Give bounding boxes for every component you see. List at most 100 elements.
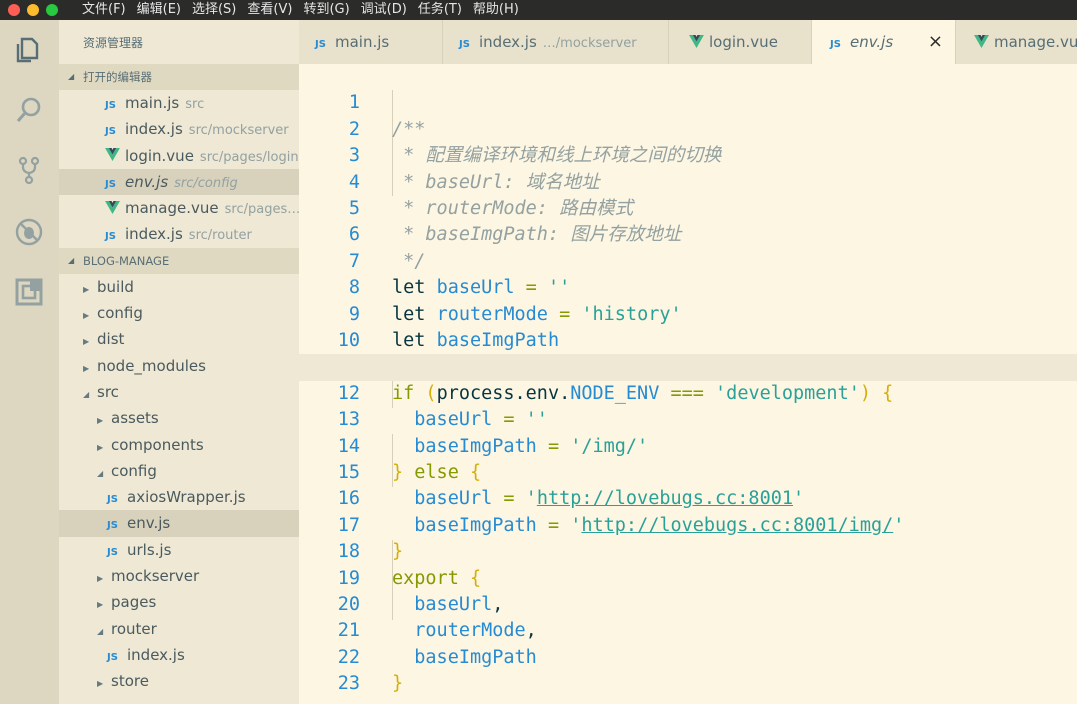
tree-folder[interactable]: ▶ node_modules [59,353,299,379]
file-name: env.js [125,172,169,191]
code-line: 5 * baseImgPath: 图片存放地址 [299,170,1077,245]
file-name: main.js [125,94,180,112]
vue-file-icon [689,21,709,65]
menu-selection[interactable]: 选择(S) [192,0,236,20]
file-name: manage.vue [125,199,219,218]
code-line: 20 routerMode, [299,566,1077,641]
tree-folder[interactable]: ▶ store [59,668,299,694]
activity-bar [0,20,59,704]
menu-edit[interactable]: 编辑(E) [137,0,181,20]
menu-go[interactable]: 转到(G) [303,0,349,20]
code-line: 13 baseImgPath = '/img/' [299,381,1077,456]
tree-folder[interactable]: ▶ mockserver [59,563,299,589]
menu-view[interactable]: 查看(V) [247,0,292,20]
brace: } [392,673,404,695]
chevron-right-icon: ▶ [97,442,104,452]
folder-name: router [111,619,157,638]
file-path: src/config [174,175,238,191]
tree-folder[interactable]: ◢ config [59,458,299,484]
window-controls [0,4,82,16]
open-editor-item[interactable]: JS index.js src/router [59,221,299,247]
chevron-down-icon: ◢ [97,626,104,636]
file-name: login.vue [125,146,194,165]
js-file-icon: JS [107,546,118,558]
tree-folder[interactable]: ▶ dist [59,326,299,352]
tab-label: main.js [335,33,390,51]
explorer-icon[interactable] [13,34,45,66]
folder-name: store [111,672,149,691]
code-line: 3 * baseUrl: 域名地址 [299,117,1077,192]
close-icon[interactable]: × [928,20,943,64]
folder-name: config [97,304,143,323]
line-number: 23 [337,673,360,695]
project-header[interactable]: ◢ BLOG-MANAGE [59,247,299,274]
tree-folder[interactable]: ▶ assets [59,405,299,431]
sidebar-title: 资源管理器 [83,36,144,50]
tree-folder[interactable]: ▶ build [59,274,299,300]
menu-bar: 文件(F) 编辑(E) 选择(S) 查看(V) 转到(G) 调试(D) 任务(T… [0,0,1077,20]
open-editor-item[interactable]: JS index.js src/mockserver [59,116,299,142]
vue-file-icon [105,143,125,169]
chevron-down-icon: ◢ [83,389,90,399]
menu-debug[interactable]: 调试(D) [361,0,407,20]
open-editor-item-active[interactable]: JS env.js src/config [59,168,299,196]
tree-folder[interactable]: ▶ components [59,432,299,458]
source-control-icon[interactable] [13,154,45,186]
file-name: index.js [125,120,183,139]
extensions-icon[interactable] [13,276,45,308]
open-editors-header[interactable]: ◢ 打开的编辑器 [59,64,299,90]
search-icon[interactable] [13,94,45,126]
file-path: src/mockserver [188,123,289,139]
folder-name: pages [111,593,157,612]
folder-name: node_modules [97,356,206,375]
open-editor-item[interactable]: JS main.js src [59,90,299,116]
chevron-right-icon: ▶ [83,311,90,321]
open-editor-item[interactable]: manage.vue src/pages… [59,195,299,221]
js-file-icon: JS [107,520,118,532]
js-file-icon: JS [105,100,116,111]
menu-tasks[interactable]: 任务(T) [418,0,462,20]
code-line: 21 baseImgPath [299,592,1077,667]
tab-index-js[interactable]: JS index.js …/mockserver [443,20,669,64]
code-line: 4 * routerMode: 路由模式 [299,143,1077,219]
minimize-window-button[interactable] [27,4,39,16]
tab-env-js[interactable]: JS env.js × [812,20,956,64]
code-line: 7 let baseUrl = '' [299,222,1077,298]
code-editor[interactable]: 1 /** 2 * 配置编译环境和线上环境之间的切换 3 * baseUrl: … [299,64,1077,704]
code-line: 16 baseImgPath = 'http://lovebugs.cc:800… [299,460,1077,535]
chevron-right-icon: ▶ [83,284,90,294]
section-label: BLOG-MANAGE [83,253,170,268]
js-file-icon: JS [105,178,116,190]
tree-file[interactable]: JS urls.js [59,537,299,563]
tree-file[interactable]: JS axiosWrapper.js [59,484,299,510]
tree-folder[interactable]: ▶ config [59,300,299,326]
tree-folder[interactable]: ◢ src [59,379,299,405]
tree-folder[interactable]: ◢ router [59,616,299,642]
menu-help[interactable]: 帮助(H) [473,0,519,20]
tree-file[interactable]: JS index.js [59,642,299,668]
file-name: index.js [125,225,183,244]
tab-label: index.js [479,33,537,51]
chevron-down-icon: ◢ [68,72,75,81]
section-label: 打开的编辑器 [83,70,152,84]
tab-manage-vue[interactable]: manage.vue [956,20,1077,64]
chevron-right-icon: ▶ [97,600,104,610]
tab-login-vue[interactable]: login.vue [669,20,812,64]
menu-file[interactable]: 文件(F) [82,0,126,20]
close-window-button[interactable] [8,4,20,16]
debug-icon[interactable] [13,216,45,248]
folder-name: src [97,382,119,401]
js-file-icon: JS [107,651,118,663]
tab-main-js[interactable]: JS main.js [299,20,443,64]
open-editor-item[interactable]: login.vue src/pages/login [59,143,299,169]
maximize-window-button[interactable] [46,4,58,16]
code-line: 23 [299,645,1077,694]
js-file-icon: JS [105,231,116,243]
tree-folder[interactable]: ▶ pages [59,589,299,615]
folder-name: config [111,461,157,480]
chevron-right-icon: ▶ [97,416,104,426]
code-line: 10 [299,302,1077,351]
tab-label: env.js [850,33,894,51]
file-name: index.js [127,645,185,664]
tree-file-active[interactable]: JS env.js [59,510,299,537]
